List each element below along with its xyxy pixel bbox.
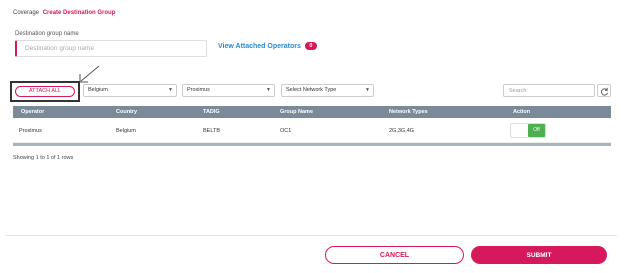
pagination-info: Showing 1 to 1 of 1 rows (13, 155, 74, 161)
cell-tadig: BELTB (203, 127, 221, 134)
column-header[interactable]: Country (116, 106, 137, 118)
cancel-button[interactable]: CANCEL (325, 246, 464, 264)
column-header[interactable]: Operator (21, 106, 44, 118)
table-scrollbar[interactable] (13, 143, 611, 146)
operator-dropdown[interactable]: Proximus ▼ (182, 84, 275, 97)
refresh-icon (601, 87, 609, 96)
breadcrumb-current: Create Destination Group (42, 10, 116, 16)
breadcrumb-parent[interactable]: Coverage (13, 10, 39, 16)
group-name-input[interactable] (15, 40, 207, 57)
submit-button[interactable]: SUBMIT (471, 246, 607, 264)
group-name-label: Destination group name (15, 31, 79, 37)
column-header: Action (513, 109, 531, 115)
breadcrumb: Coverage Create Destination Group (13, 10, 115, 16)
network-type-dropdown[interactable]: Select Network Type ▼ (281, 84, 374, 97)
table-row: Proximus Belgium BELTB OC1 2G,3G,4G Off (13, 119, 611, 143)
toggle-state-label: Off (528, 124, 545, 137)
attach-toggle[interactable]: Off (510, 123, 546, 138)
cell-network-types: 2G,3G,4G (389, 127, 415, 134)
operator-dropdown-value: Proximus (187, 87, 210, 93)
create-destination-group-page: Coverage Create Destination Group Destin… (5, 0, 617, 273)
table-header: Operator Country TADIG Group Name Networ… (13, 106, 611, 118)
form-footer: CANCEL SUBMIT (5, 235, 617, 273)
chevron-down-icon: ▼ (365, 87, 370, 93)
chevron-down-icon: ▼ (266, 87, 271, 93)
view-attached-label: View Attached Operators (218, 42, 301, 50)
view-attached-operators-link[interactable]: View Attached Operators 0 (218, 42, 317, 50)
country-dropdown-value: Belgium (88, 87, 108, 93)
cell-group-name: OC1 (280, 127, 292, 134)
column-header[interactable]: Group Name (280, 106, 313, 118)
column-header[interactable]: TADIG (203, 106, 220, 118)
chevron-down-icon: ▼ (168, 87, 173, 93)
attached-count-badge: 0 (304, 42, 317, 50)
network-type-dropdown-value: Select Network Type (286, 87, 337, 93)
column-header[interactable]: Network Types (389, 106, 428, 118)
country-dropdown[interactable]: Belgium ▼ (83, 84, 177, 97)
refresh-button[interactable] (597, 84, 611, 97)
attach-all-button[interactable]: ATTACH ALL (15, 86, 75, 97)
attach-all-highlight: ATTACH ALL (10, 81, 80, 102)
search-input[interactable] (503, 84, 595, 97)
cell-country: Belgium (116, 127, 136, 134)
cell-operator: Proximus (19, 127, 42, 134)
